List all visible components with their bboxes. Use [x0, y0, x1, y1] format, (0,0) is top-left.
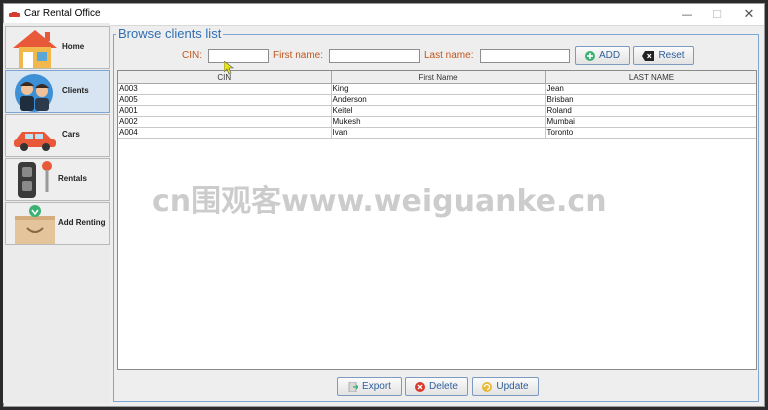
cell-cin: A004	[118, 127, 332, 139]
table-row[interactable]: A005 Anderson Brisban	[118, 94, 756, 106]
cell-first-name: Anderson	[331, 94, 546, 106]
delete-button-label: Delete	[429, 381, 458, 392]
house-icon	[13, 30, 57, 68]
cell-last-name: Toronto	[545, 127, 756, 139]
column-header-first-name[interactable]: First Name	[331, 71, 546, 84]
first-name-input[interactable]	[329, 49, 420, 63]
sidebar-item-label: Home	[62, 42, 85, 51]
cell-cin: A002	[118, 116, 332, 128]
update-button-label: Update	[496, 381, 529, 392]
cin-input[interactable]	[208, 49, 269, 63]
box-download-icon	[15, 205, 55, 244]
car-icon	[14, 132, 56, 151]
sidebar-item-cars[interactable]: Cars	[5, 114, 110, 157]
cell-last-name: Mumbai	[545, 116, 756, 128]
cell-cin: A003	[118, 83, 332, 95]
table-row[interactable]: A002 Mukesh Mumbai	[118, 116, 756, 128]
cell-cin: A001	[118, 105, 332, 117]
export-button[interactable]: Export	[337, 377, 402, 396]
export-button-label: Export	[362, 381, 391, 392]
cell-first-name: Keitel	[331, 105, 546, 117]
backspace-icon	[642, 50, 655, 61]
sidebar-item-home[interactable]: Home	[5, 26, 110, 69]
export-document-icon	[348, 381, 359, 392]
table-row[interactable]: A001 Keitel Roland	[118, 105, 756, 117]
last-name-input[interactable]	[480, 49, 570, 63]
add-button[interactable]: ADD	[575, 46, 630, 65]
sidebar-item-rentals[interactable]: Rentals	[5, 158, 110, 201]
plus-circle-icon	[584, 50, 595, 61]
reset-button[interactable]: Reset	[633, 46, 694, 65]
table-header-row: CIN First Name LAST NAME	[118, 71, 756, 84]
cell-first-name: Ivan	[331, 127, 546, 139]
table-row[interactable]: A004 Ivan Toronto	[118, 127, 756, 139]
people-icon	[15, 74, 53, 112]
update-button[interactable]: Update	[472, 377, 539, 396]
delete-button[interactable]: Delete	[405, 377, 468, 396]
add-button-label: ADD	[598, 50, 621, 61]
sidebar-item-clients[interactable]: Clients	[5, 70, 110, 113]
watermark-text: cn围观客www.weiguanke.cn	[152, 184, 607, 219]
window-title: Car Rental Office	[24, 8, 101, 19]
car-key-icon	[18, 161, 52, 198]
first-name-label: First name:	[273, 50, 324, 61]
close-button[interactable]: ✕	[734, 4, 764, 25]
clients-table: CIN First Name LAST NAME A003 King Jean …	[117, 70, 757, 370]
sidebar-item-label: Cars	[62, 130, 80, 139]
reset-button-label: Reset	[658, 50, 685, 61]
cin-label: CIN:	[182, 50, 202, 61]
update-refresh-icon	[482, 381, 493, 392]
cell-last-name: Jean	[545, 83, 756, 95]
column-header-last-name[interactable]: LAST NAME	[545, 71, 756, 84]
sidebar: Home Clients Cars Rentals Add Renting	[3, 23, 110, 403]
sidebar-item-label: Clients	[62, 86, 89, 95]
maximize-button[interactable]: ☐	[702, 4, 732, 25]
sidebar-item-label: Rentals	[58, 174, 87, 183]
table-row[interactable]: A003 King Jean	[118, 83, 756, 95]
cell-cin: A005	[118, 94, 332, 106]
cell-first-name: King	[331, 83, 546, 95]
panel-title: Browse clients list	[116, 26, 224, 41]
last-name-label: Last name:	[424, 50, 474, 61]
title-bar: Car Rental Office — ☐ ✕	[4, 4, 764, 26]
sidebar-item-add-renting[interactable]: Add Renting	[5, 202, 110, 245]
cell-last-name: Brisban	[545, 94, 756, 106]
cell-first-name: Mukesh	[331, 116, 546, 128]
mouse-cursor-icon	[224, 61, 234, 75]
sidebar-item-label: Add Renting	[58, 218, 106, 227]
delete-circle-icon	[415, 381, 426, 392]
app-car-icon	[9, 12, 20, 17]
cell-last-name: Roland	[545, 105, 756, 117]
minimize-button[interactable]: —	[672, 4, 702, 25]
